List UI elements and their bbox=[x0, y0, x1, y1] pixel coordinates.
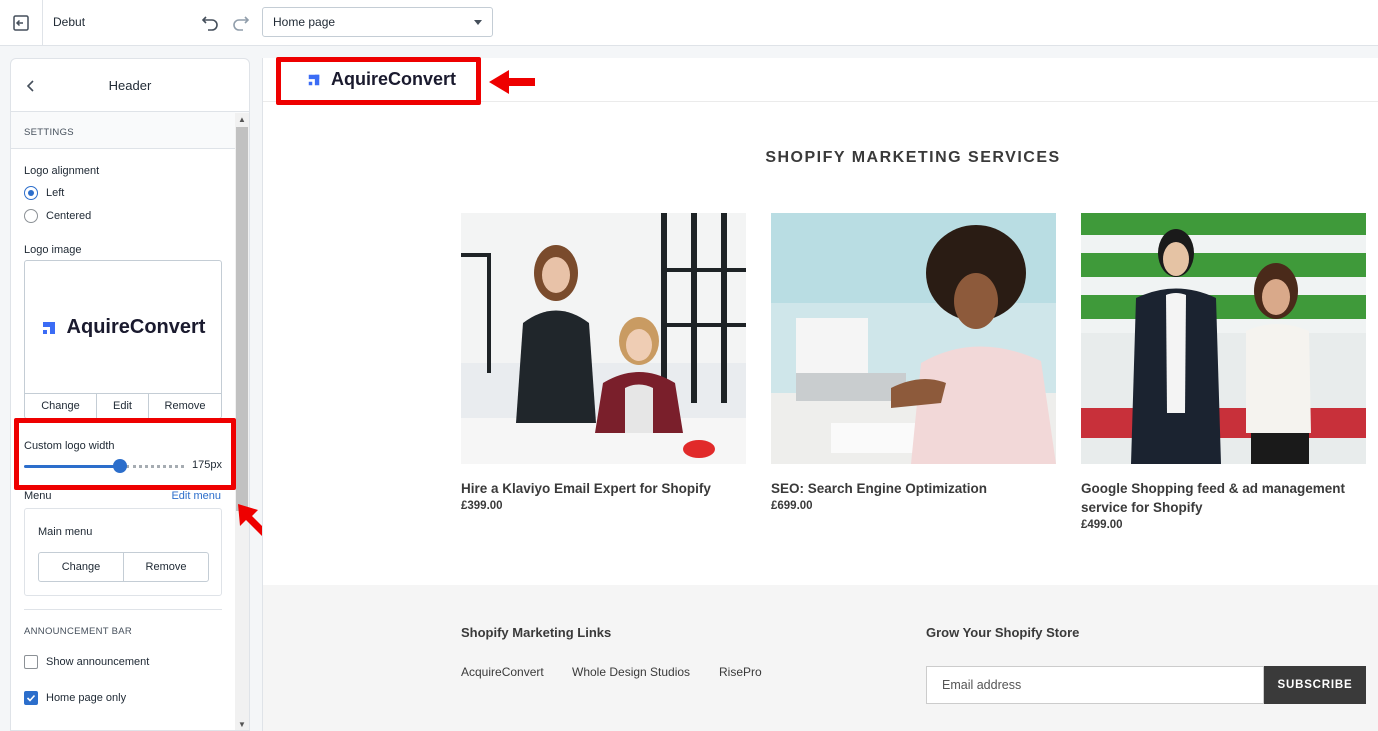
alignment-centered-radio[interactable]: Centered bbox=[24, 209, 91, 223]
menu-change-button[interactable]: Change bbox=[39, 553, 124, 581]
edit-menu-link[interactable]: Edit menu bbox=[171, 490, 221, 502]
exit-icon bbox=[13, 14, 29, 31]
announcement-bar-heading: ANNOUNCEMENT BAR bbox=[24, 626, 133, 637]
settings-sidebar: Header SETTINGS ▲ ▼ Logo alignment Left … bbox=[10, 58, 250, 731]
settings-heading: SETTINGS bbox=[11, 112, 249, 149]
sidebar-scrollbar[interactable]: ▲ ▼ bbox=[235, 113, 249, 730]
collection-title: SHOPIFY MARKETING SERVICES bbox=[765, 149, 1061, 166]
subscribe-button[interactable]: SUBSCRIBE bbox=[1264, 666, 1366, 704]
product-card[interactable]: SEO: Search Engine Optimization £699.00 bbox=[771, 213, 1056, 512]
footer-link[interactable]: RisePro bbox=[719, 665, 762, 679]
office-photo-image bbox=[461, 213, 746, 464]
sidebar-header: Header bbox=[11, 59, 249, 112]
main-menu-label: Main menu bbox=[38, 526, 93, 538]
footer-link[interactable]: AcquireConvert bbox=[461, 665, 544, 679]
alignment-left-label: Left bbox=[46, 187, 65, 199]
product-image[interactable] bbox=[461, 213, 746, 464]
alignment-left-radio[interactable]: Left bbox=[24, 186, 64, 200]
exit-editor-button[interactable] bbox=[0, 0, 43, 45]
product-card[interactable]: Google Shopping feed & ad management ser… bbox=[1081, 213, 1366, 531]
highlight-box-logo-width bbox=[14, 418, 236, 490]
menu-label: Menu bbox=[24, 490, 52, 502]
product-image[interactable] bbox=[1081, 213, 1366, 464]
footer-link[interactable]: Whole Design Studios bbox=[572, 665, 690, 679]
product-name[interactable]: Hire a Klaviyo Email Expert for Shopify bbox=[461, 479, 746, 498]
footer-grow-heading: Grow Your Shopify Store bbox=[926, 625, 1080, 640]
highlight-box-store-logo bbox=[276, 57, 481, 105]
product-card[interactable]: Hire a Klaviyo Email Expert for Shopify … bbox=[461, 213, 746, 512]
aquireconvert-logo-mark-icon bbox=[42, 321, 55, 334]
home-page-only-label: Home page only bbox=[46, 692, 127, 704]
store-footer: Shopify Marketing Links AcquireConvert W… bbox=[263, 585, 1378, 731]
scroll-up-icon[interactable]: ▲ bbox=[238, 116, 246, 124]
couple-photo-image bbox=[1081, 213, 1366, 464]
theme-name: Debut bbox=[53, 15, 86, 29]
undo-icon bbox=[201, 16, 218, 31]
redo-button[interactable] bbox=[229, 10, 253, 34]
logo-alignment-label: Logo alignment bbox=[24, 165, 100, 177]
logo-actions: Change Edit Remove bbox=[25, 393, 221, 418]
red-arrow-icon bbox=[489, 70, 535, 94]
logo-preview-text: AquireConvert bbox=[66, 316, 206, 338]
sidebar-title: Header bbox=[108, 78, 152, 93]
product-image[interactable] bbox=[771, 213, 1056, 464]
page-select-value: Home page bbox=[273, 15, 336, 29]
alignment-centered-label: Centered bbox=[46, 210, 92, 222]
newsletter-email-input[interactable]: Email address bbox=[926, 666, 1264, 704]
logo-change-button[interactable]: Change bbox=[25, 394, 97, 418]
menu-card: Main menu Change Remove bbox=[24, 508, 222, 596]
redo-icon bbox=[233, 16, 250, 31]
scroll-down-icon[interactable]: ▼ bbox=[238, 721, 246, 729]
menu-remove-button[interactable]: Remove bbox=[124, 553, 208, 581]
show-announcement-checkbox[interactable]: Show announcement bbox=[24, 655, 149, 669]
product-name[interactable]: SEO: Search Engine Optimization bbox=[771, 479, 1056, 498]
product-price: £699.00 bbox=[771, 500, 813, 512]
logo-image-label: Logo image bbox=[24, 244, 82, 256]
radio-unchecked[interactable] bbox=[24, 209, 38, 223]
logo-image-picker: AquireConvert Change Edit Remove bbox=[24, 260, 222, 419]
checkmark-icon bbox=[26, 694, 36, 702]
scrollbar-thumb[interactable] bbox=[236, 127, 248, 511]
radio-checked[interactable] bbox=[24, 186, 38, 200]
page-select[interactable]: Home page bbox=[262, 7, 493, 37]
section-divider bbox=[24, 609, 222, 610]
home-page-only-checkbox[interactable]: Home page only bbox=[24, 691, 126, 705]
checkbox-checked[interactable] bbox=[24, 691, 38, 705]
checkbox-unchecked[interactable] bbox=[24, 655, 38, 669]
footer-links-heading: Shopify Marketing Links bbox=[461, 625, 612, 640]
logo-remove-button[interactable]: Remove bbox=[149, 394, 221, 418]
laptop-photo-image bbox=[771, 213, 1056, 464]
logo-preview: AquireConvert bbox=[25, 261, 221, 394]
show-announcement-label: Show announcement bbox=[46, 656, 150, 668]
product-name[interactable]: Google Shopping feed & ad management ser… bbox=[1081, 479, 1366, 517]
undo-button[interactable] bbox=[198, 10, 222, 34]
product-price: £399.00 bbox=[461, 500, 503, 512]
menu-actions: Change Remove bbox=[38, 552, 209, 582]
editor-topbar: Debut Home page bbox=[0, 0, 1378, 46]
logo-edit-button[interactable]: Edit bbox=[97, 394, 149, 418]
product-price: £499.00 bbox=[1081, 519, 1123, 531]
store-preview: AquireConvert SHOPIFY MARKETING SERVICES… bbox=[262, 58, 1378, 731]
chevron-down-icon bbox=[474, 19, 482, 25]
